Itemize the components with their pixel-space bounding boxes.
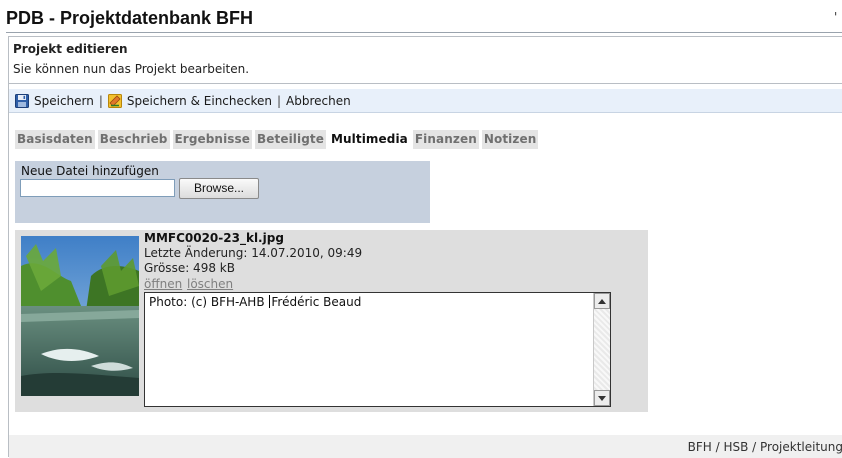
browse-button[interactable]: Browse... bbox=[179, 178, 259, 199]
save-button[interactable]: Speichern bbox=[15, 93, 94, 108]
tab-beteiligte[interactable]: Beteiligte bbox=[255, 130, 326, 149]
media-thumbnail[interactable] bbox=[21, 236, 139, 396]
arrow-down-icon bbox=[598, 395, 606, 401]
tab-basisdaten[interactable]: Basisdaten bbox=[15, 130, 95, 149]
file-path-input[interactable] bbox=[20, 179, 175, 197]
toolbar-separator: | bbox=[98, 93, 103, 108]
footer-bar: BFH / HSB / Projektleitung bbox=[9, 435, 842, 458]
edit-panel: Projekt editieren Sie können nun das Pro… bbox=[8, 36, 842, 458]
section-subtitle: Sie können nun das Projekt bearbeiten. bbox=[13, 62, 250, 76]
corner-mark: ' bbox=[834, 10, 838, 24]
scroll-down-button[interactable] bbox=[594, 390, 610, 406]
cancel-button[interactable]: Abbrechen bbox=[286, 94, 351, 108]
upload-panel: Neue Datei hinzufügen Browse... bbox=[15, 161, 430, 223]
description-text-before: Photo: (c) BFH-AHB bbox=[149, 295, 269, 309]
open-link[interactable]: öffnen bbox=[144, 277, 182, 291]
tab-finanzen[interactable]: Finanzen bbox=[412, 130, 479, 149]
tab-ergebnisse[interactable]: Ergebnisse bbox=[172, 130, 253, 149]
description-text: Photo: (c) BFH-AHB Frédéric Beaud bbox=[149, 295, 361, 309]
save-checkin-label: Speichern & Einchecken bbox=[126, 93, 272, 108]
media-item: MMFC0020-23_kl.jpg Letzte Änderung: 14.0… bbox=[15, 230, 648, 412]
scroll-up-button[interactable] bbox=[594, 293, 610, 309]
save-checkin-button[interactable]: Speichern & Einchecken bbox=[107, 93, 272, 108]
tab-multimedia[interactable]: Multimedia bbox=[328, 130, 410, 149]
arrow-up-icon bbox=[598, 298, 606, 304]
file-name: MMFC0020-23_kl.jpg bbox=[144, 231, 284, 245]
description-textarea[interactable]: Photo: (c) BFH-AHB Frédéric Beaud bbox=[144, 292, 611, 407]
upload-label: Neue Datei hinzufügen bbox=[21, 164, 159, 178]
tab-bar: Basisdaten Beschrieb Ergebnisse Beteilig… bbox=[15, 130, 539, 149]
section-title: Projekt editieren bbox=[13, 42, 128, 56]
tab-notizen[interactable]: Notizen bbox=[481, 130, 539, 149]
save-label: Speichern bbox=[34, 93, 94, 108]
app-title: PDB - Projektdatenbank BFH bbox=[6, 8, 254, 28]
title-divider bbox=[6, 32, 842, 33]
delete-link[interactable]: löschen bbox=[187, 277, 233, 291]
last-modified: Letzte Änderung: 14.07.2010, 09:49 bbox=[144, 246, 363, 260]
toolbar-separator: | bbox=[277, 93, 282, 108]
textarea-scrollbar[interactable] bbox=[593, 293, 610, 406]
file-size: Grösse: 498 kB bbox=[144, 261, 235, 275]
river-photo-image bbox=[21, 236, 139, 396]
section-divider bbox=[9, 83, 842, 84]
checkin-icon bbox=[107, 93, 122, 108]
floppy-disk-icon bbox=[15, 93, 29, 108]
description-text-after: Frédéric Beaud bbox=[271, 295, 362, 309]
action-toolbar: Speichern | Speichern & Einchecken | Abb… bbox=[9, 89, 842, 113]
tab-beschrieb[interactable]: Beschrieb bbox=[97, 130, 170, 149]
footer-breadcrumb: BFH / HSB / Projektleitung bbox=[687, 440, 842, 454]
